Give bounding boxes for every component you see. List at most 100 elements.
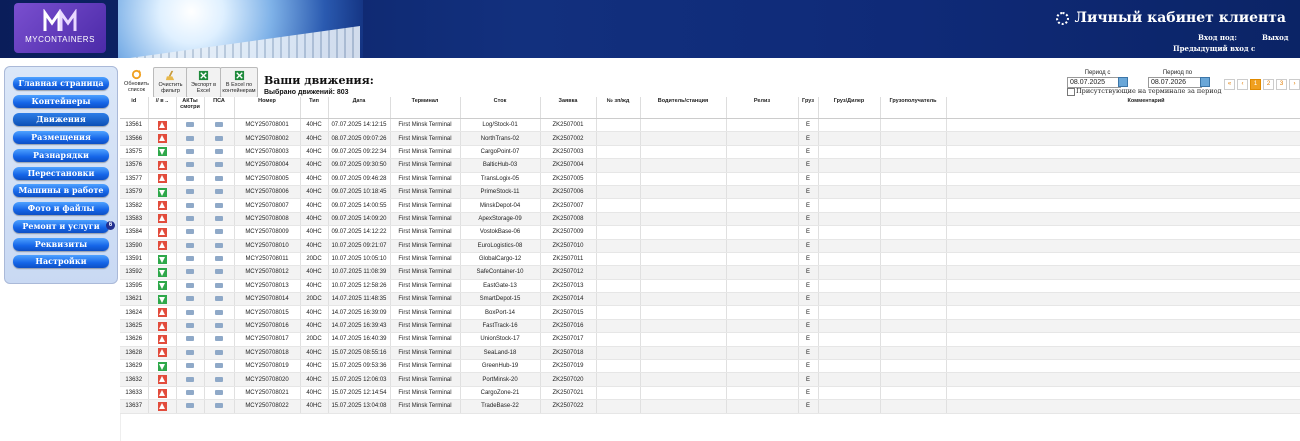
brand-logo[interactable]: MYCONTAINERS [14, 3, 106, 53]
table-row[interactable]: 13584 MCY250708009 40HC 09.07.2025 14:12:22… [120, 225, 1300, 240]
column-header[interactable]: АКТы смотри [176, 97, 205, 119]
arrow-up-icon[interactable] [157, 241, 167, 251]
truck-icon[interactable] [215, 215, 223, 221]
calendar-to-icon[interactable] [1200, 77, 1210, 87]
truck-icon[interactable] [215, 376, 223, 382]
refresh-button[interactable]: Обновить список [120, 67, 153, 96]
truck-icon[interactable] [186, 323, 194, 329]
sidebar-item-settings[interactable]: Настройки [13, 255, 109, 268]
export-excel-button[interactable]: Экспорт в Excel [186, 67, 221, 98]
truck-icon[interactable] [215, 309, 223, 315]
truck-icon[interactable] [215, 242, 223, 248]
arrow-up-icon[interactable] [157, 227, 167, 237]
truck-icon[interactable] [186, 242, 194, 248]
sidebar-item-photos[interactable]: Фото и файлы [13, 202, 109, 215]
arrow-down-icon[interactable] [157, 147, 167, 157]
truck-icon[interactable] [215, 175, 223, 181]
truck-icon[interactable] [186, 135, 194, 141]
arrow-up-icon[interactable] [157, 401, 167, 411]
arrow-down-icon[interactable] [157, 294, 167, 304]
sidebar-item-containers[interactable]: Контейнеры [13, 95, 109, 108]
arrow-up-icon[interactable] [157, 388, 167, 398]
truck-icon[interactable] [186, 296, 194, 302]
present-on-terminal-checkbox[interactable] [1067, 88, 1075, 96]
column-header[interactable]: id [120, 97, 149, 119]
arrow-up-icon[interactable] [157, 375, 167, 385]
column-header[interactable]: Сток [460, 97, 541, 119]
arrow-down-icon[interactable] [157, 361, 167, 371]
table-row[interactable]: 13561 MCY250708001 40HC 07.07.2025 14:12:15… [120, 118, 1300, 133]
truck-icon[interactable] [186, 189, 194, 195]
table-row[interactable]: 13628 MCY250708018 40HC 15.07.2025 08:55:16… [120, 346, 1300, 361]
table-row[interactable]: 13566 MCY250708002 40HC 08.07.2025 09:07:26… [120, 131, 1300, 146]
truck-icon[interactable] [186, 122, 194, 128]
truck-icon[interactable] [186, 215, 194, 221]
table-row[interactable]: 13626 MCY250708017 20DC 14.07.2025 16:40:39… [120, 332, 1300, 347]
column-header[interactable]: Релиз [726, 97, 799, 119]
truck-icon[interactable] [215, 202, 223, 208]
table-row[interactable]: 13624 MCY250708015 40HC 14.07.2025 16:39:09… [120, 305, 1300, 320]
truck-icon[interactable] [186, 229, 194, 235]
calendar-from-icon[interactable] [1118, 77, 1128, 87]
arrow-down-icon[interactable] [157, 254, 167, 264]
column-header[interactable]: // в .. [148, 97, 177, 119]
truck-icon[interactable] [215, 256, 223, 262]
page-3-button[interactable]: 3 [1276, 79, 1287, 90]
table-row[interactable]: 13595 MCY250708013 40HC 10.07.2025 12:58:26… [120, 279, 1300, 294]
logout-link[interactable]: Выход [1262, 33, 1288, 42]
arrow-up-icon[interactable] [157, 321, 167, 331]
table-row[interactable]: 13633 MCY250708021 40HC 15.07.2025 12:14:54… [120, 386, 1300, 401]
arrow-down-icon[interactable] [157, 187, 167, 197]
truck-icon[interactable] [215, 336, 223, 342]
truck-icon[interactable] [215, 349, 223, 355]
page-next-button[interactable]: › [1289, 79, 1300, 90]
column-header[interactable]: № зп/жд [596, 97, 641, 119]
truck-icon[interactable] [215, 148, 223, 154]
truck-icon[interactable] [215, 389, 223, 395]
table-row[interactable]: 13576 MCY250708004 40HC 09.07.2025 09:30:50… [120, 158, 1300, 173]
arrow-up-icon[interactable] [157, 201, 167, 211]
column-header[interactable]: Комментарий [946, 97, 1300, 119]
table-row[interactable]: 13590 MCY250708010 40HC 10.07.2025 09:21:07… [120, 239, 1300, 253]
truck-icon[interactable] [186, 256, 194, 262]
truck-icon[interactable] [186, 202, 194, 208]
arrow-up-icon[interactable] [157, 134, 167, 144]
export-excel-containers-button[interactable]: В Excel по контейнерам [220, 67, 258, 98]
sidebar-item-placements[interactable]: Размещения [13, 131, 109, 144]
table-row[interactable]: 13625 MCY250708016 40HC 14.07.2025 16:39:43… [120, 319, 1300, 334]
arrow-up-icon[interactable] [157, 120, 167, 130]
page-first-button[interactable]: « [1224, 79, 1235, 90]
truck-icon[interactable] [186, 376, 194, 382]
truck-icon[interactable] [186, 349, 194, 355]
column-header[interactable]: Заявка [540, 97, 597, 119]
truck-icon[interactable] [215, 269, 223, 275]
arrow-up-icon[interactable] [157, 334, 167, 344]
arrow-down-icon[interactable] [157, 267, 167, 277]
truck-icon[interactable] [215, 323, 223, 329]
truck-icon[interactable] [215, 122, 223, 128]
column-header[interactable]: Тип [300, 97, 329, 119]
truck-icon[interactable] [215, 296, 223, 302]
truck-icon[interactable] [215, 162, 223, 168]
column-header[interactable]: Номер [234, 97, 301, 119]
column-header[interactable]: ПСА [204, 97, 235, 119]
arrow-up-icon[interactable] [157, 308, 167, 318]
table-row[interactable]: 13582 MCY250708007 40HC 09.07.2025 14:00:55… [120, 198, 1300, 213]
table-row[interactable]: 13579 MCY250708006 40HC 09.07.2025 10:18:45… [120, 185, 1300, 200]
page-1-button[interactable]: 1 [1250, 79, 1261, 90]
sidebar-item-requisites[interactable]: Реквизиты [13, 238, 109, 251]
sidebar-item-relocations[interactable]: Перестановки [13, 167, 109, 180]
truck-icon[interactable] [186, 148, 194, 154]
truck-icon[interactable] [215, 363, 223, 369]
column-header[interactable]: Терминал [390, 97, 461, 119]
truck-icon[interactable] [186, 389, 194, 395]
column-header[interactable]: Груз/Дилер [818, 97, 881, 119]
page-prev-button[interactable]: ‹ [1237, 79, 1248, 90]
truck-icon[interactable] [215, 189, 223, 195]
table-row[interactable]: 13591 MCY250708011 20DC 10.07.2025 10:05:10… [120, 252, 1300, 267]
column-header[interactable]: Грузополучатель [880, 97, 947, 119]
sidebar-item-assignments[interactable]: Разнарядки [13, 149, 109, 162]
table-row[interactable]: 13637 MCY250708022 40HC 15.07.2025 13:04:08… [120, 399, 1300, 414]
truck-icon[interactable] [186, 175, 194, 181]
truck-icon[interactable] [186, 269, 194, 275]
